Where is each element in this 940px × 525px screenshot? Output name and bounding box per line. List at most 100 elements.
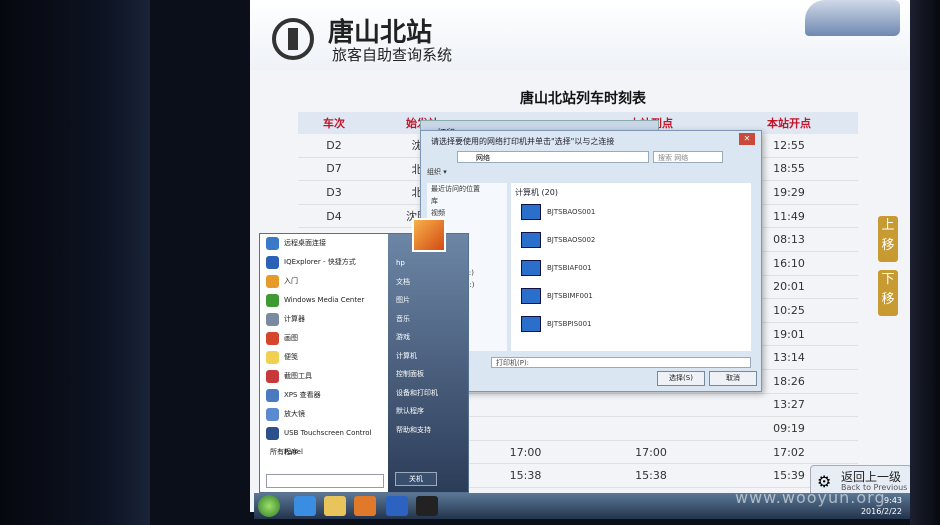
cancel-button[interactable]: 取消 bbox=[709, 371, 757, 386]
printer-field[interactable]: 打印机(P): bbox=[491, 357, 751, 368]
scroll-up-button[interactable]: 上 移 bbox=[878, 216, 898, 262]
program-label: 入门 bbox=[284, 277, 298, 285]
start-menu-item[interactable]: 计算器 bbox=[260, 310, 388, 329]
program-label: Windows Media Center bbox=[284, 296, 365, 304]
start-menu-item[interactable]: IQExplorer - 快捷方式 bbox=[260, 253, 388, 272]
system-subtitle: 旅客自助查询系统 bbox=[332, 46, 453, 64]
table-cell: D7 bbox=[298, 157, 370, 182]
list-item[interactable]: BJTSBAOS001 bbox=[511, 200, 751, 228]
help-icon[interactable] bbox=[386, 496, 408, 516]
start-menu-item[interactable]: XPS 查看器 bbox=[260, 386, 388, 405]
scroll-down-button[interactable]: 下 移 bbox=[878, 270, 898, 316]
start-place-item[interactable]: 默认程序 bbox=[388, 402, 468, 421]
program-icon bbox=[266, 332, 279, 345]
printer-select-dialog: 请选择要使用的网络打印机并单击"选择"以与之连接 ✕ 网络 搜索 网络 组织 ▾… bbox=[420, 130, 762, 392]
nav-item[interactable]: 最近访问的位置 bbox=[427, 183, 507, 195]
start-menu-item[interactable]: 放大镜 bbox=[260, 405, 388, 424]
program-label: 计算器 bbox=[284, 315, 305, 323]
shutdown-button[interactable]: 关机 bbox=[395, 472, 437, 486]
program-icon bbox=[266, 370, 279, 383]
program-icon bbox=[266, 256, 279, 269]
start-place-item[interactable]: 控制面板 bbox=[388, 365, 468, 384]
computer-icon bbox=[521, 260, 541, 276]
start-search-input[interactable] bbox=[266, 474, 384, 488]
monitor-bezel-left bbox=[0, 0, 150, 525]
program-icon bbox=[266, 275, 279, 288]
program-label: 放大镜 bbox=[284, 410, 305, 418]
program-icon bbox=[266, 313, 279, 326]
list-item[interactable]: BJTSBIMF001 bbox=[511, 284, 751, 312]
table-cell: D4 bbox=[298, 204, 370, 229]
program-label: XPS 查看器 bbox=[284, 391, 321, 399]
watermark: www.wooyun.org bbox=[735, 488, 886, 507]
start-menu: 远程桌面连接 IQExplorer - 快捷方式 入门 Windows Media C… bbox=[259, 233, 469, 493]
start-menu-item[interactable]: 远程桌面连接 bbox=[260, 234, 388, 253]
file-list: 计算机 (20) BJTSBAOS001 BJTSBAOS002 BJTSBIAF0… bbox=[511, 183, 751, 351]
start-menu-item[interactable]: USB Touchscreen Control Panel bbox=[260, 424, 388, 456]
group-header: 计算机 (20) bbox=[515, 188, 558, 197]
start-menu-item[interactable]: Windows Media Center bbox=[260, 291, 388, 310]
start-place-item[interactable]: 图片 bbox=[388, 291, 468, 310]
organize-menu[interactable]: 组织 ▾ bbox=[427, 167, 755, 179]
start-menu-item[interactable]: 画图 bbox=[260, 329, 388, 348]
start-menu-item[interactable]: 截图工具 bbox=[260, 367, 388, 386]
search-input[interactable]: 搜索 网络 bbox=[653, 151, 723, 163]
list-item[interactable]: BJTSBPIS001 bbox=[511, 312, 751, 340]
start-places: hp 文档 图片 音乐 游戏 计算机 控制面板 设备和打印机 默认程序 帮助和支持 bbox=[388, 234, 468, 492]
media-player-icon[interactable] bbox=[354, 496, 376, 516]
list-item[interactable]: BJTSBAOS002 bbox=[511, 228, 751, 256]
computer-name: BJTSBAOS002 bbox=[547, 236, 596, 244]
start-place-item[interactable]: 帮助和支持 bbox=[388, 421, 468, 440]
table-cell: 13:27 bbox=[719, 393, 858, 418]
ie-icon[interactable] bbox=[294, 496, 316, 516]
program-label: 截图工具 bbox=[284, 372, 312, 380]
schedule-title: 唐山北站列车时刻表 bbox=[520, 91, 646, 107]
program-icon bbox=[266, 427, 279, 440]
start-button[interactable] bbox=[258, 495, 280, 517]
user-avatar bbox=[412, 218, 446, 252]
computer-icon bbox=[521, 316, 541, 332]
nav-item[interactable]: 库 bbox=[427, 195, 507, 207]
railway-logo-icon bbox=[272, 18, 314, 60]
all-programs-item[interactable]: 所有程序 bbox=[260, 447, 388, 457]
computer-name: BJTSBIMF001 bbox=[547, 292, 593, 300]
table-cell: 17:02 bbox=[719, 440, 858, 465]
table-cell: 17:00 bbox=[474, 440, 577, 465]
table-cell: 17:00 bbox=[582, 440, 720, 465]
close-icon[interactable]: ✕ bbox=[739, 133, 755, 145]
start-menu-item[interactable]: 便笺 bbox=[260, 348, 388, 367]
train-image bbox=[805, 0, 900, 36]
cmd-icon[interactable] bbox=[416, 496, 438, 516]
kiosk-header: 唐山北站 旅客自助查询系统 bbox=[250, 0, 910, 70]
computer-name: BJTSBIAF001 bbox=[547, 264, 592, 272]
start-place-item[interactable]: 计算机 bbox=[388, 347, 468, 366]
start-place-item[interactable]: 音乐 bbox=[388, 310, 468, 329]
program-icon bbox=[266, 408, 279, 421]
program-icon bbox=[266, 389, 279, 402]
computer-name: BJTSBAOS001 bbox=[547, 208, 596, 216]
computer-name: BJTSBPIS001 bbox=[547, 320, 592, 328]
start-place-item[interactable]: 设备和打印机 bbox=[388, 384, 468, 403]
table-cell bbox=[582, 416, 720, 441]
table-cell: D2 bbox=[298, 134, 370, 158]
computer-icon bbox=[521, 204, 541, 220]
table-cell: 09:19 bbox=[719, 416, 858, 441]
computer-icon bbox=[521, 232, 541, 248]
start-place-item[interactable]: hp bbox=[388, 254, 468, 273]
start-menu-item[interactable]: 入门 bbox=[260, 272, 388, 291]
folder-icon[interactable] bbox=[324, 496, 346, 516]
program-label: IQExplorer - 快捷方式 bbox=[284, 258, 356, 266]
address-bar[interactable]: 网络 bbox=[457, 151, 649, 163]
table-cell: D3 bbox=[298, 180, 370, 205]
program-icon bbox=[266, 294, 279, 307]
program-icon bbox=[266, 237, 279, 250]
start-place-item[interactable]: 游戏 bbox=[388, 328, 468, 347]
list-item[interactable]: BJTSBIAF001 bbox=[511, 256, 751, 284]
program-label: 远程桌面连接 bbox=[284, 239, 326, 247]
program-label: 画图 bbox=[284, 334, 298, 342]
start-place-item[interactable]: 文档 bbox=[388, 273, 468, 292]
clock-date: 2016/2/22 bbox=[860, 507, 902, 516]
select-button[interactable]: 选择(S) bbox=[657, 371, 705, 386]
table-cell bbox=[582, 393, 720, 418]
table-cell bbox=[474, 416, 577, 441]
